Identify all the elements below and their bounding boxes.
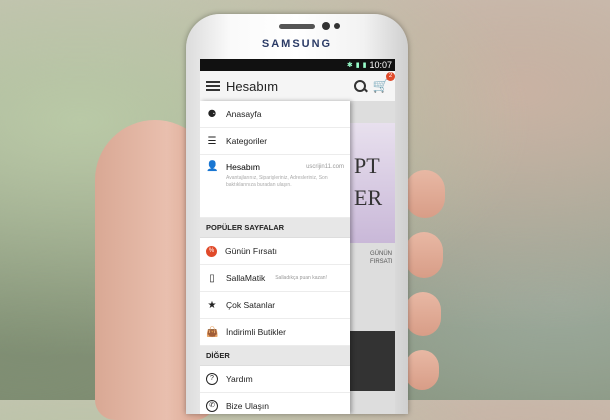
promo-banner[interactable]: PT ER xyxy=(350,123,395,243)
shopping-bag-icon: 👜 xyxy=(206,326,219,338)
help-icon: ? xyxy=(206,373,218,385)
drawer-item-label: Hesabım xyxy=(226,161,261,172)
promo-label: FIRSATI xyxy=(370,259,393,265)
account-subtitle: Avantajlarınız, Siparişleriniz, Adresler… xyxy=(226,175,328,188)
speaker xyxy=(279,24,315,29)
drawer-item-label: SallaMatik xyxy=(226,273,266,283)
menu-icon[interactable] xyxy=(206,81,220,91)
drawer-item-label: Anasayfa xyxy=(226,109,262,119)
battery-icon: ▮ xyxy=(362,62,367,69)
product-image[interactable] xyxy=(350,331,395,391)
camera xyxy=(322,22,330,30)
signal-icon: ▮ xyxy=(355,62,360,69)
finger xyxy=(405,232,443,278)
banner-text: PT xyxy=(354,153,380,178)
drawer-item-label: Çok Satanlar xyxy=(226,300,276,310)
shake-phone-icon: ▯ xyxy=(209,272,215,284)
drawer-item-home[interactable]: ⚈ Anasayfa xyxy=(200,101,350,128)
section-header-other: DİĞER xyxy=(200,346,350,366)
sensor xyxy=(334,23,340,29)
promo-label: GÜNÜN xyxy=(370,251,392,257)
screen: ✱ ▮ ▮ 10:07 Hesabım 🛒 2 PT ER GÜNÜN FIRSA… xyxy=(200,59,395,414)
drawer-item-label: İndirimli Butikler xyxy=(226,327,286,337)
drawer-item-boutiques[interactable]: 👜 İndirimli Butikler xyxy=(200,319,350,346)
drawer-item-help[interactable]: ? Yardım xyxy=(200,366,350,393)
search-icon[interactable] xyxy=(353,79,367,93)
drawer-item-categories[interactable]: ☰ Kategoriler xyxy=(200,128,350,155)
cart-badge: 2 xyxy=(386,72,395,81)
drawer-item-deal[interactable]: % Günün Fırsatı xyxy=(200,238,350,265)
finger xyxy=(405,350,439,390)
status-bar: ✱ ▮ ▮ 10:07 xyxy=(200,59,395,71)
drawer-item-note: Salladıkça puan kazan! xyxy=(275,275,327,281)
phone: SAMSUNG ✱ ▮ ▮ 10:07 Hesabım 🛒 2 PT ER GÜN… xyxy=(186,14,408,414)
star-icon: ★ xyxy=(207,299,217,311)
cart-icon[interactable]: 🛒 2 xyxy=(373,72,395,94)
brand-logo: SAMSUNG xyxy=(261,38,333,50)
drawer-item-label: Günün Fırsatı xyxy=(225,246,277,256)
drawer-item-label: Bize Ulaşın xyxy=(226,401,269,411)
finger xyxy=(405,292,441,336)
deal-icon: % xyxy=(206,245,217,257)
bluetooth-icon: ✱ xyxy=(346,62,353,69)
phone-icon: ✆ xyxy=(206,400,218,412)
drawer-item-contact[interactable]: ✆ Bize Ulaşın xyxy=(200,393,350,414)
account-email: uscrijin11.com xyxy=(306,163,344,170)
page-title: Hesabım xyxy=(226,78,279,94)
app-bar: Hesabım 🛒 2 xyxy=(200,71,395,103)
user-icon: 👤 xyxy=(206,161,219,172)
drawer-item-label: Yardım xyxy=(226,374,253,384)
banner-text: ER xyxy=(354,185,383,210)
list-icon: ☰ xyxy=(207,135,217,147)
drawer-item-label: Kategoriler xyxy=(226,136,268,146)
drawer-item-account[interactable]: 👤 Hesabım uscrijin11.com Avantajlarınız,… xyxy=(200,155,350,218)
drawer-item-sallamatik[interactable]: ▯ SallaMatik Salladıkça puan kazan! xyxy=(200,265,350,292)
navigation-drawer: ⚈ Anasayfa ☰ Kategoriler 👤 Hesabım uscri… xyxy=(200,101,350,414)
home-icon: ⚈ xyxy=(207,108,217,120)
section-header-popular: POPÜLER SAYFALAR xyxy=(200,218,350,238)
background-content: PT ER GÜNÜN FIRSATI xyxy=(350,101,395,414)
clock: 10:07 xyxy=(369,60,392,70)
drawer-item-bestsellers[interactable]: ★ Çok Satanlar xyxy=(200,292,350,319)
finger xyxy=(405,170,445,218)
